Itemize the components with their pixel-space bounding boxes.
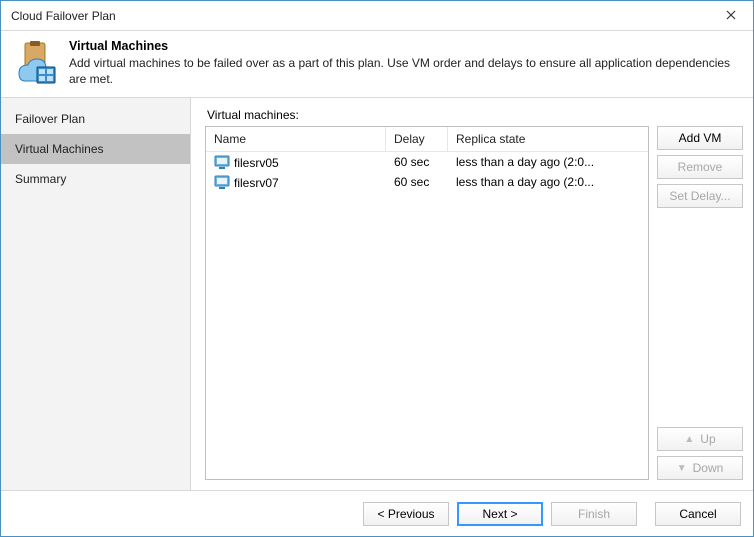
arrow-up-icon: ▲ <box>684 434 694 445</box>
cell-name-text: filesrv07 <box>234 176 279 190</box>
button-spacer <box>657 213 743 422</box>
move-up-label: Up <box>700 432 715 446</box>
vm-list-buttons: Add VM Remove Set Delay... ▲ Up ▼ Down <box>657 126 743 480</box>
cell-delay: 60 sec <box>386 174 448 190</box>
grid-body: filesrv05 60 sec less than a day ago (2:… <box>206 152 648 479</box>
vm-icon <box>214 174 230 190</box>
main-pane: Virtual machines: Name Delay Replica sta… <box>191 98 753 490</box>
cell-name-text: filesrv05 <box>234 156 279 170</box>
move-down-button: ▼ Down <box>657 456 743 480</box>
grid-header: Name Delay Replica state <box>206 127 648 152</box>
col-header-delay[interactable]: Delay <box>386 127 448 151</box>
step-virtual-machines[interactable]: Virtual Machines <box>1 134 190 164</box>
table-row[interactable]: filesrv05 60 sec less than a day ago (2:… <box>206 152 648 172</box>
arrow-down-icon: ▼ <box>677 463 687 474</box>
finish-button: Finish <box>551 502 637 526</box>
header-icon <box>13 39 61 87</box>
cell-delay: 60 sec <box>386 154 448 170</box>
add-vm-button[interactable]: Add VM <box>657 126 743 150</box>
step-failover-plan[interactable]: Failover Plan <box>1 104 190 134</box>
vm-list-label: Virtual machines: <box>207 108 743 122</box>
window-title: Cloud Failover Plan <box>11 9 116 23</box>
move-up-button: ▲ Up <box>657 427 743 451</box>
cell-replica-state: less than a day ago (2:0... <box>448 174 648 190</box>
cloud-failover-plan-window: Cloud Failover Plan Virtual Machines Add… <box>0 0 754 537</box>
cancel-button[interactable]: Cancel <box>655 502 741 526</box>
title-bar: Cloud Failover Plan <box>1 1 753 31</box>
wizard-step-description: Add virtual machines to be failed over a… <box>69 55 741 87</box>
remove-button: Remove <box>657 155 743 179</box>
cell-name: filesrv07 <box>206 173 386 191</box>
table-row[interactable]: filesrv07 60 sec less than a day ago (2:… <box>206 172 648 192</box>
col-header-name[interactable]: Name <box>206 127 386 151</box>
wizard-header: Virtual Machines Add virtual machines to… <box>1 31 753 98</box>
wizard-header-text: Virtual Machines Add virtual machines to… <box>69 39 741 87</box>
close-button[interactable] <box>709 1 753 30</box>
vm-icon <box>214 154 230 170</box>
col-header-replica-state[interactable]: Replica state <box>448 127 648 151</box>
next-button[interactable]: Next > <box>457 502 543 526</box>
vm-grid[interactable]: Name Delay Replica state filesrv05 60 se… <box>205 126 649 480</box>
vm-area: Name Delay Replica state filesrv05 60 se… <box>205 126 743 480</box>
wizard-footer: < Previous Next > Finish Cancel <box>1 490 753 536</box>
step-summary[interactable]: Summary <box>1 164 190 194</box>
wizard-step-title: Virtual Machines <box>69 39 741 53</box>
set-delay-button: Set Delay... <box>657 184 743 208</box>
previous-button[interactable]: < Previous <box>363 502 449 526</box>
close-icon <box>726 9 736 23</box>
wizard-body: Failover Plan Virtual Machines Summary V… <box>1 98 753 490</box>
wizard-steps: Failover Plan Virtual Machines Summary <box>1 98 191 490</box>
move-down-label: Down <box>693 461 724 475</box>
cell-name: filesrv05 <box>206 153 386 171</box>
cell-replica-state: less than a day ago (2:0... <box>448 154 648 170</box>
